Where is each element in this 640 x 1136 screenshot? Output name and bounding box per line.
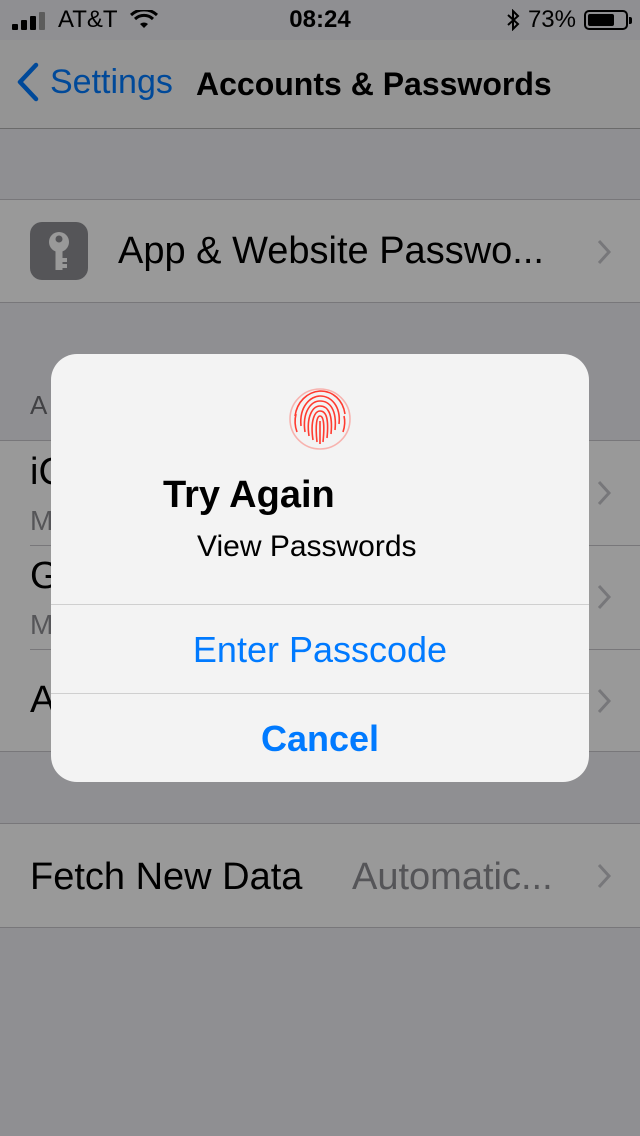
touch-id-alert: Try Again View Passwords Enter Passcode … (51, 354, 589, 782)
alert-divider (51, 604, 589, 605)
fingerprint-icon (289, 388, 351, 450)
settings-screen: AT&T 08:24 73% Settings Accounts & Passw… (0, 0, 640, 1136)
alert-divider (51, 693, 589, 694)
alert-message: View Passwords (197, 530, 417, 563)
alert-title: Try Again (163, 474, 335, 516)
cancel-button[interactable]: Cancel (51, 695, 589, 782)
enter-passcode-button[interactable]: Enter Passcode (51, 606, 589, 694)
